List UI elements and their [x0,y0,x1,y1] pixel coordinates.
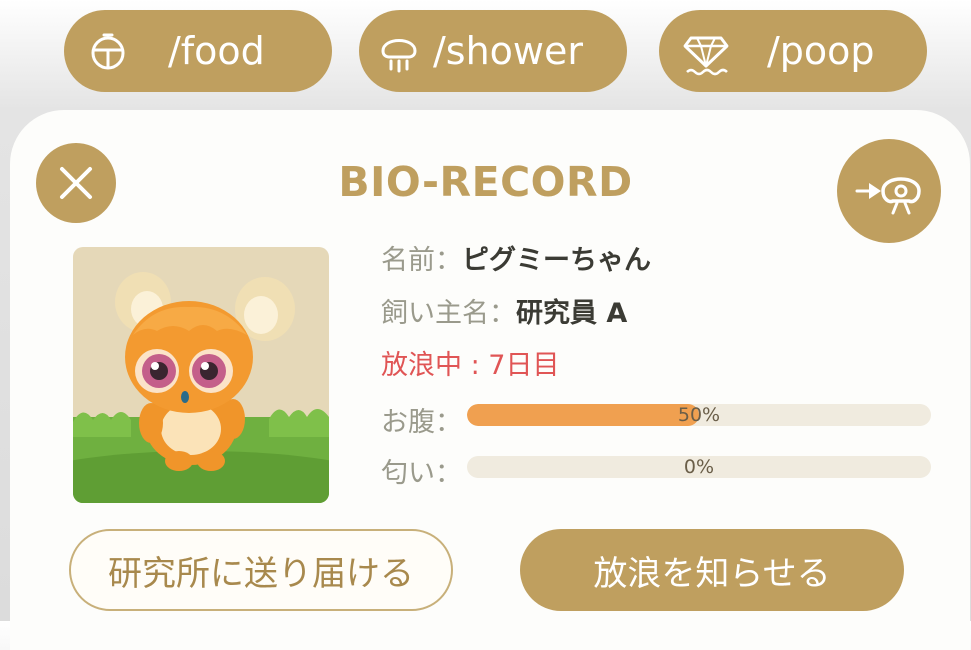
shower-command-button[interactable]: /shower [359,10,627,92]
smell-label: 匂い： [381,458,462,489]
card-title: BIO-RECORD [338,158,633,206]
poop-gem-icon [683,36,729,76]
creature-portrait [73,247,329,503]
smell-value: 0% [683,456,715,478]
smell-bar: 0% [467,456,931,478]
name-label: 名前： [381,245,462,276]
hunger-label: お腹： [381,407,462,438]
smell-label-row: 匂い： [381,451,462,490]
shower-command-label: /shower [433,29,584,73]
poop-command-label: /poop [767,29,875,73]
food-command-button[interactable]: /food [64,10,332,92]
owner-label: 飼い主名： [381,298,516,329]
hunger-label-row: お腹： [381,400,462,439]
food-command-label: /food [168,29,265,73]
poop-command-button[interactable]: /poop [659,10,927,92]
send-to-character-icon [855,177,921,215]
name-value: ピグミーちゃん [462,245,651,276]
hunger-value: 50% [677,404,721,426]
food-bowl-icon [91,33,125,70]
owner-row: 飼い主名：研究員 A [381,291,627,330]
transfer-button[interactable] [837,139,941,243]
name-row: 名前：ピグミーちゃん [381,238,651,277]
shower-icon [381,39,417,73]
hunger-bar: 50% [467,404,931,426]
release-status: 放浪中 : 7日目 [381,350,560,381]
notify-wandering-button[interactable]: 放浪を知らせる [520,529,904,611]
deliver-to-lab-button[interactable]: 研究所に送り届ける [69,529,453,611]
owner-value: 研究員 A [516,298,628,329]
